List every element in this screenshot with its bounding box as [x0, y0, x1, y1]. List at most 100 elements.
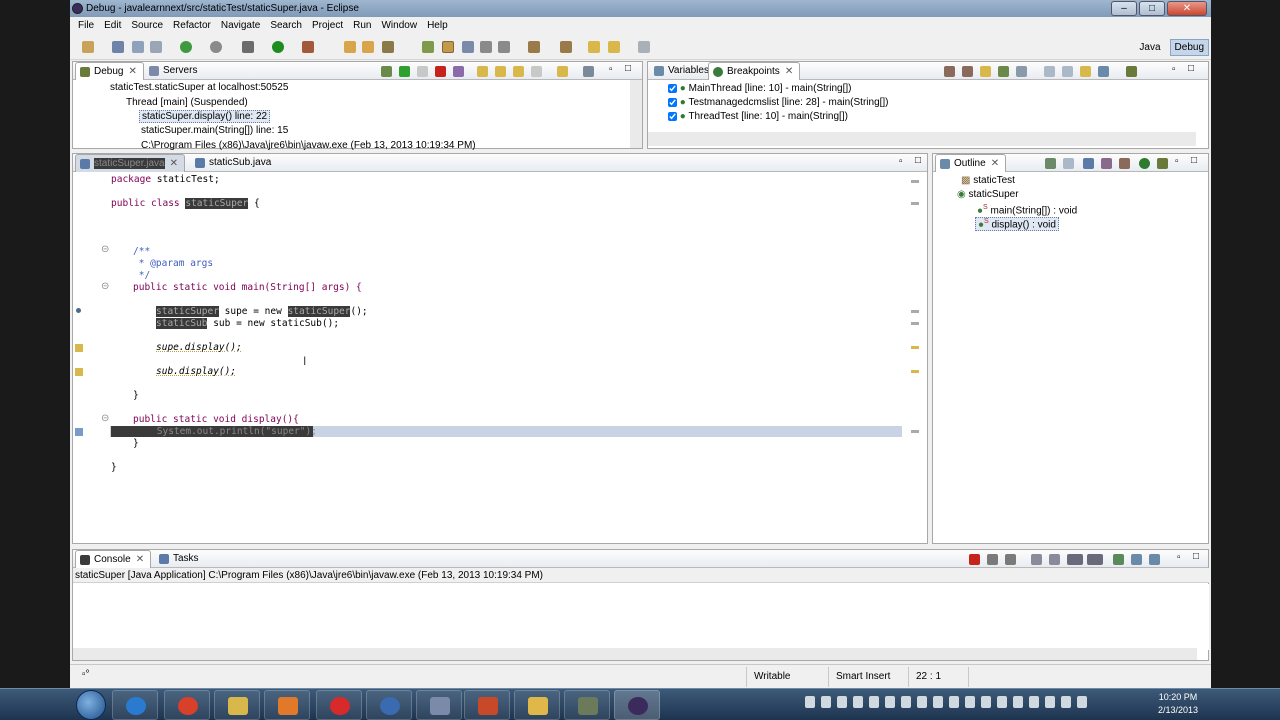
close-icon[interactable]: ✕: [128, 66, 136, 77]
taskbar-media[interactable]: [264, 690, 310, 720]
open-resource-icon[interactable]: [362, 41, 374, 53]
external-tools-icon[interactable]: [302, 41, 314, 53]
drop-to-frame-icon[interactable]: [531, 66, 542, 77]
code-line[interactable]: sub.display();: [156, 366, 236, 377]
tray-icon[interactable]: [917, 696, 927, 708]
focus-icon[interactable]: [1045, 158, 1056, 169]
code-line[interactable]: public static void main(String[] args) {: [133, 282, 362, 293]
remove-breakpoint-icon[interactable]: [944, 66, 955, 77]
breakpoints-hscrollbar[interactable]: [648, 132, 1196, 146]
tray-icon[interactable]: [933, 696, 943, 708]
expand-all-icon[interactable]: [1044, 66, 1055, 77]
debug-launch-item[interactable]: staticTest.staticSuper at localhost:5052…: [110, 82, 288, 93]
display-console-icon[interactable]: [1131, 554, 1142, 565]
close-icon[interactable]: ✕: [170, 158, 178, 169]
debug-thread-item[interactable]: Thread [main] (Suspended): [126, 97, 248, 108]
minimize-view-icon[interactable]: ▫: [1172, 64, 1176, 75]
code-line[interactable]: }: [133, 390, 139, 401]
code-line[interactable]: supe.display();: [156, 342, 242, 353]
tray-icon[interactable]: [997, 696, 1007, 708]
minimize-view-icon[interactable]: ▫: [609, 64, 613, 75]
tray-icon[interactable]: [837, 696, 847, 708]
disconnect-icon[interactable]: [453, 66, 464, 77]
taskbar-airtel[interactable]: [316, 690, 362, 720]
menu-search[interactable]: Search: [265, 20, 307, 31]
outline-method-main[interactable]: ●S main(String[]) : void: [977, 204, 1077, 216]
tray-icon[interactable]: [965, 696, 975, 708]
link-with-debug-icon[interactable]: [1080, 66, 1091, 77]
hide-nonpublic-icon[interactable]: [1139, 158, 1150, 169]
suspend-icon[interactable]: [417, 66, 428, 77]
pin-console-icon[interactable]: [1113, 554, 1124, 565]
remove-all-icon[interactable]: [962, 66, 973, 77]
menu-run[interactable]: Run: [348, 20, 376, 31]
collapse-all-icon[interactable]: [1063, 158, 1074, 169]
tab-staticsuper-java[interactable]: staticSuper.java ✕: [75, 154, 185, 172]
fold-icon[interactable]: ⊝: [101, 413, 109, 424]
menu-file[interactable]: File: [73, 20, 99, 31]
clear-console-icon[interactable]: [1031, 554, 1042, 565]
resume-icon[interactable]: [399, 66, 410, 77]
console-hscrollbar[interactable]: [73, 648, 1197, 660]
warning-marker-icon[interactable]: [75, 344, 83, 352]
minimize-view-icon[interactable]: ▫: [1177, 552, 1181, 563]
hide-static-icon[interactable]: [1119, 158, 1130, 169]
code-line[interactable]: public class staticSuper {: [111, 198, 260, 209]
debug-scrollbar[interactable]: [630, 80, 642, 148]
view-menu-icon[interactable]: [1157, 158, 1168, 169]
volume-icon[interactable]: [1077, 696, 1087, 708]
tab-variables[interactable]: Variables: [650, 62, 715, 80]
debug-icon[interactable]: [180, 41, 192, 53]
breakpoint-marker-icon[interactable]: [76, 308, 81, 313]
show-on-stdout-icon[interactable]: [1067, 554, 1083, 565]
tray-icon[interactable]: [1045, 696, 1055, 708]
bug-icon[interactable]: [242, 41, 254, 53]
outline-method-display[interactable]: ●S display() : void: [975, 217, 1059, 232]
fold-icon[interactable]: ⊝: [101, 244, 109, 255]
tray-icon[interactable]: [885, 696, 895, 708]
tray-icon[interactable]: [949, 696, 959, 708]
menu-source[interactable]: Source: [126, 20, 168, 31]
save-icon[interactable]: [112, 41, 124, 53]
code-line[interactable]: staticSub sub = new staticSub();: [156, 318, 339, 329]
hide-fields-icon[interactable]: [1101, 158, 1112, 169]
skip-icon[interactable]: [210, 41, 222, 53]
warning-marker-icon[interactable]: [75, 368, 83, 376]
tab-breakpoints[interactable]: Breakpoints ✕: [708, 62, 801, 80]
code-line[interactable]: */: [133, 270, 150, 281]
perspective-java[interactable]: Java: [1134, 39, 1165, 56]
maximize-view-icon[interactable]: □: [915, 155, 921, 166]
editor-overview-ruler[interactable]: [903, 172, 927, 543]
menu-refactor[interactable]: Refactor: [168, 20, 216, 31]
taskbar-tool[interactable]: [564, 690, 610, 720]
menu-edit[interactable]: Edit: [99, 20, 126, 31]
maximize-button[interactable]: □: [1139, 1, 1165, 16]
taskbar-eclipse[interactable]: [614, 690, 660, 720]
run-icon[interactable]: [272, 41, 284, 53]
taskbar-outlook[interactable]: [514, 690, 560, 720]
go-to-file-icon[interactable]: [998, 66, 1009, 77]
mark-occurrences-icon[interactable]: [442, 41, 454, 53]
remove-launch-icon[interactable]: [987, 554, 998, 565]
taskbar-hp[interactable]: [366, 690, 412, 720]
remove-all-terminated-icon[interactable]: [1005, 554, 1016, 565]
tray-icon[interactable]: [869, 696, 879, 708]
breakpoint-item[interactable]: ● MainThread [line: 10] - main(String[]): [668, 83, 851, 94]
maximize-view-icon[interactable]: □: [1188, 63, 1194, 74]
scroll-lock-icon[interactable]: [1049, 554, 1060, 565]
debug-process-item[interactable]: C:\Program Files (x86)\Java\jre6\bin\jav…: [141, 140, 476, 151]
print-icon[interactable]: [150, 41, 162, 53]
perspective-debug[interactable]: Debug: [1169, 39, 1209, 56]
add-exception-icon[interactable]: [1098, 66, 1109, 77]
network-icon[interactable]: [1061, 696, 1071, 708]
view-menu-icon[interactable]: [1126, 66, 1137, 77]
remove-terminated-icon[interactable]: [381, 66, 392, 77]
code-line[interactable]: staticSuper supe = new staticSuper();: [156, 306, 368, 317]
menu-project[interactable]: Project: [307, 20, 348, 31]
close-icon[interactable]: ✕: [991, 158, 999, 169]
code-line[interactable]: public static void display(){: [133, 414, 299, 425]
menu-window[interactable]: Window: [376, 20, 422, 31]
breakpoint-item[interactable]: ● ThreadTest [line: 10] - main(String[]): [668, 111, 848, 122]
step-return-icon[interactable]: [513, 66, 524, 77]
last-edit-icon[interactable]: [588, 41, 600, 53]
